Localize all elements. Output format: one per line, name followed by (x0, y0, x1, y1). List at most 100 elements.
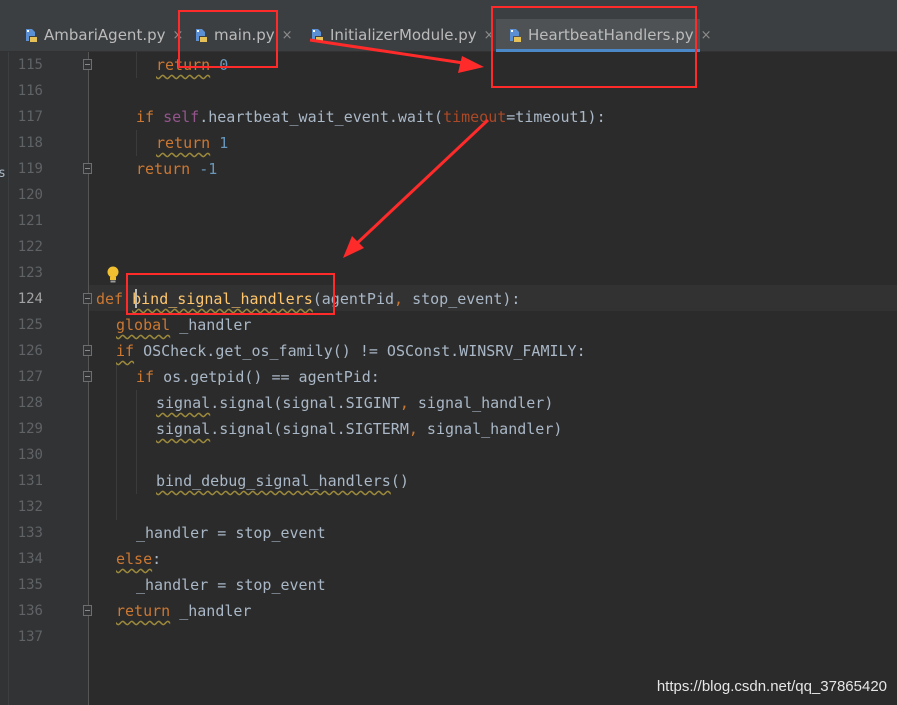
code-text: () (390, 472, 409, 490)
line-number: 122 (17, 239, 43, 255)
code-line-126[interactable]: if OSCheck.get_os_family() != OSConst.WI… (116, 338, 586, 364)
code-line-125[interactable]: global _handler (116, 312, 251, 338)
arrow-head (458, 56, 484, 73)
line-number: 129 (17, 421, 43, 437)
indent-guide (136, 130, 137, 156)
line-number: 135 (17, 577, 43, 593)
code-text: OSCheck.get_os_family() != OSConst.WINSR… (134, 342, 586, 360)
indent-guide (136, 52, 137, 78)
close-tab-icon[interactable]: × (701, 28, 712, 43)
comma: , (394, 290, 404, 308)
tab-label: AmbariAgent.py (44, 26, 166, 44)
line-number: 118 (17, 135, 43, 151)
code-line-119[interactable]: return -1 (136, 156, 217, 182)
code-text: _handler (170, 316, 252, 334)
line-number: 121 (17, 213, 43, 229)
keyword: if (116, 342, 135, 360)
code-text: bind_debug_signal_handlers (156, 472, 391, 490)
code-text: .signal(signal.SIGINT (210, 394, 400, 412)
code-text: signal (156, 394, 211, 412)
fold-marker-icon[interactable] (83, 345, 92, 356)
line-number: 127 (17, 369, 43, 385)
comma: , (399, 394, 409, 412)
line-number: 120 (17, 187, 43, 203)
watermark: https://blog.csdn.net/qq_37865420 (656, 678, 887, 695)
annotation-box-function (126, 273, 335, 315)
line-number: 126 (17, 343, 43, 359)
line-number: 136 (17, 603, 43, 619)
code-text: .heartbeat_wait_event.wait( (199, 108, 444, 126)
tab-ambari-agent[interactable]: AmbariAgent.py × (14, 19, 186, 51)
indent-guide (136, 390, 137, 494)
code-text: _handler = stop_event (136, 524, 326, 542)
code-text: signal (156, 420, 211, 438)
editor-tab-bar: AmbariAgent.py × main.py × InitializerMo… (0, 19, 897, 52)
line-number: 116 (17, 83, 43, 99)
close-tab-icon[interactable]: × (282, 28, 293, 43)
code-text: _handler = stop_event (136, 576, 326, 594)
code-line-135[interactable]: _handler = stop_event (136, 572, 326, 598)
arrow-heartbeat-to-function (350, 118, 490, 250)
line-number-current: 124 (17, 291, 43, 307)
tab-initializer-module[interactable]: InitializerModule.py × (298, 19, 504, 51)
line-number: 115 (17, 57, 43, 73)
line-number: 123 (17, 265, 43, 281)
ide-window: AmbariAgent.py × main.py × InitializerMo… (0, 0, 897, 705)
fold-marker-icon[interactable] (83, 371, 92, 382)
number-literal: 1 (219, 134, 229, 152)
fold-marker-icon[interactable] (83, 59, 92, 70)
annotation-box-heartbeat-tab (491, 6, 697, 88)
line-number: 137 (17, 629, 43, 645)
keyword: global (116, 316, 171, 334)
tab-label: InitializerModule.py (330, 26, 477, 44)
code-text: _handler (170, 602, 252, 620)
python-file-icon (308, 26, 326, 44)
keyword: return (116, 602, 171, 620)
code-line-136[interactable]: return _handler (116, 598, 251, 624)
code-line-134[interactable]: else: (116, 546, 161, 572)
keyword: else (116, 550, 153, 568)
title-strip (0, 0, 897, 19)
keyword: if (136, 368, 155, 386)
line-number: 132 (17, 499, 43, 515)
code-text: =timeout1): (506, 108, 606, 126)
self-keyword: self (163, 108, 200, 126)
comma: , (408, 420, 418, 438)
code-text: .signal(signal.SIGTERM (210, 420, 409, 438)
line-number: 125 (17, 317, 43, 333)
code-line-118[interactable]: return 1 (156, 130, 228, 156)
line-number: 117 (17, 109, 43, 125)
line-number: 130 (17, 447, 43, 463)
code-line-131[interactable]: bind_debug_signal_handlers() (156, 468, 409, 494)
fold-marker-icon[interactable] (83, 293, 92, 304)
code-text: signal_handler) (417, 420, 563, 438)
code-line-133[interactable]: _handler = stop_event (136, 520, 326, 546)
code-text: os.getpid() == agentPid: (154, 368, 380, 386)
keyword: return (136, 160, 191, 178)
line-number: 133 (17, 525, 43, 541)
code-text: : (152, 550, 162, 568)
line-number: 134 (17, 551, 43, 567)
keyword: return (156, 134, 211, 152)
line-number: 119 (17, 161, 43, 177)
code-text: signal_handler) (408, 394, 554, 412)
project-pane-edge (0, 52, 9, 705)
code-line-128[interactable]: signal.signal(signal.SIGINT, signal_hand… (156, 390, 553, 416)
python-file-icon (22, 26, 40, 44)
fold-marker-icon[interactable] (83, 163, 92, 174)
code-line-127[interactable]: if os.getpid() == agentPid: (136, 364, 380, 390)
annotation-box-main-tab (178, 10, 278, 68)
project-pane-fragment: s (0, 166, 6, 181)
param-name: timeout (443, 108, 507, 126)
code-line-129[interactable]: signal.signal(signal.SIGTERM, signal_han… (156, 416, 562, 442)
line-number: 131 (17, 473, 43, 489)
arrow-head (343, 236, 364, 258)
code-line-117[interactable]: if self.heartbeat_wait_event.wait(timeou… (136, 104, 606, 130)
lightbulb-icon[interactable] (106, 266, 120, 284)
line-number: 128 (17, 395, 43, 411)
indent-guide (116, 364, 117, 520)
fold-marker-icon[interactable] (83, 605, 92, 616)
code-text: stop_event): (403, 290, 521, 308)
keyword: if (136, 108, 155, 126)
number-literal: -1 (199, 160, 218, 178)
